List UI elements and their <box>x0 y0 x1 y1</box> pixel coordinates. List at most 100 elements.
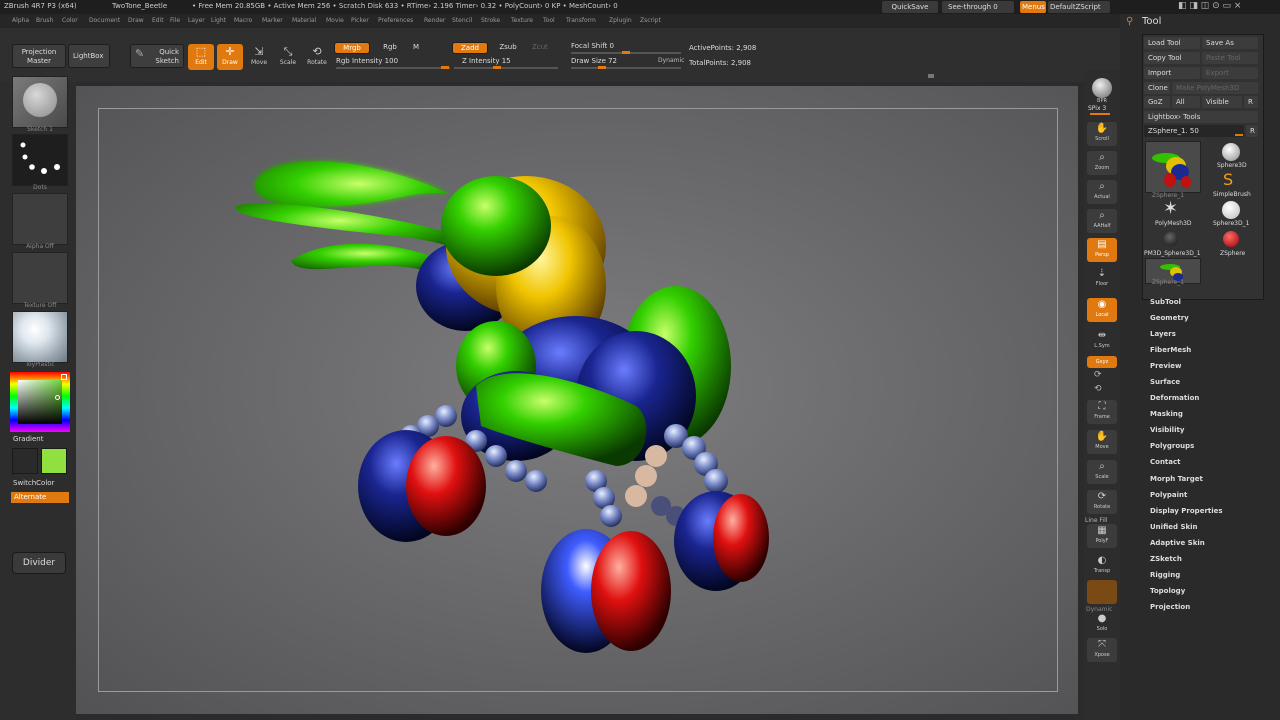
pm3d-thumb-icon[interactable] <box>1164 232 1178 246</box>
goz-all-button[interactable]: All <box>1172 96 1200 108</box>
subpalette-rigging[interactable]: Rigging <box>1150 571 1180 579</box>
export-button[interactable]: Export <box>1202 67 1258 79</box>
menu-marker[interactable]: Marker <box>262 17 283 24</box>
color-picker[interactable] <box>10 372 70 432</box>
copy-tool-button[interactable]: Copy Tool <box>1144 52 1200 64</box>
rgb-button[interactable]: Rgb <box>372 42 408 54</box>
make-polymesh-button[interactable]: Make PolyMesh3D <box>1172 82 1258 94</box>
scale-button[interactable]: ⤡ Scale <box>275 44 301 70</box>
local-button[interactable]: ◉ Local <box>1087 298 1117 322</box>
menu-brush[interactable]: Brush <box>36 17 53 24</box>
floor-button[interactable]: ⇣ Floor <box>1087 267 1117 291</box>
subpalette-surface[interactable]: Surface <box>1150 378 1180 386</box>
switchcolor-button[interactable]: SwitchColor <box>13 479 54 487</box>
menu-draw[interactable]: Draw <box>128 17 144 24</box>
subpalette-masking[interactable]: Masking <box>1150 410 1183 418</box>
persp-button[interactable]: ▤ Persp <box>1087 238 1117 262</box>
projection-master-button[interactable]: Projection Master <box>12 44 66 68</box>
menu-transform[interactable]: Transform <box>566 17 596 24</box>
load-tool-button[interactable]: Load Tool <box>1144 37 1200 49</box>
subpalette-polypaint[interactable]: Polypaint <box>1150 491 1187 499</box>
transp-button[interactable]: ◐ Transp <box>1087 554 1117 578</box>
actual-button[interactable]: ⌕ Actual <box>1087 180 1117 204</box>
m-button[interactable]: M <box>410 42 422 54</box>
lsym-button[interactable]: ⇹ L.Sym <box>1087 329 1117 353</box>
xyz-button[interactable]: Gxyz <box>1087 356 1117 368</box>
focal-shift-knob[interactable] <box>622 51 630 54</box>
zadd-button[interactable]: Zadd <box>452 42 488 54</box>
shelf-scroll-handle[interactable] <box>928 74 934 78</box>
menus-button[interactable]: Menus <box>1020 1 1046 13</box>
menu-zscript[interactable]: Zscript <box>640 17 661 24</box>
menu-alpha[interactable]: Alpha <box>12 17 29 24</box>
z-intensity-slider[interactable]: Z Intensity 15 <box>462 57 511 65</box>
sphere3d-thumb-icon[interactable] <box>1222 143 1240 161</box>
current-tool-knob[interactable] <box>1235 134 1243 136</box>
rgb-intensity-knob[interactable] <box>441 66 449 69</box>
alternate-button[interactable]: Alternate <box>11 492 69 503</box>
menu-movie[interactable]: Movie <box>326 17 344 24</box>
current-tool-slider[interactable]: ZSphere_1. 50 <box>1144 125 1244 137</box>
rotate-view-button[interactable]: ⟳ Rotate <box>1087 490 1117 514</box>
stroke-thumbnail[interactable] <box>12 76 68 128</box>
menu-tool[interactable]: Tool <box>543 17 555 24</box>
menu-stencil[interactable]: Stencil <box>452 17 472 24</box>
linefill-label[interactable]: Line Fill <box>1085 517 1107 524</box>
menu-zplugin[interactable]: Zplugin <box>609 17 632 24</box>
quicksave-button[interactable]: QuickSave <box>882 1 938 13</box>
zsphere-thumb-icon[interactable] <box>1223 231 1239 247</box>
draw-size-knob[interactable] <box>598 66 606 69</box>
tool-palette-title[interactable]: Tool <box>1142 16 1161 27</box>
menu-stroke[interactable]: Stroke <box>481 17 500 24</box>
rotation-free-icon[interactable]: ⟲ <box>1094 384 1102 394</box>
rotation-axis-icon[interactable]: ⟳ <box>1094 370 1102 380</box>
zsub-button[interactable]: Zsub <box>490 42 526 54</box>
save-as-button[interactable]: Save As <box>1202 37 1258 49</box>
goz-button[interactable]: GoZ <box>1144 96 1170 108</box>
subpalette-deformation[interactable]: Deformation <box>1150 394 1199 402</box>
goz-visible-button[interactable]: Visible <box>1202 96 1242 108</box>
z-intensity-knob[interactable] <box>493 66 501 69</box>
texture-thumbnail[interactable] <box>12 252 68 304</box>
quick-sketch-button[interactable]: ✎ Quick Sketch <box>130 44 184 68</box>
see-through-slider[interactable]: See-through 0 <box>942 1 1014 13</box>
xpose-button[interactable]: ⤧ Xpose <box>1087 638 1117 662</box>
z-intensity-track[interactable] <box>454 67 558 69</box>
aahalf-button[interactable]: ⌕ AAHalf <box>1087 209 1117 233</box>
paste-tool-button[interactable]: Paste Tool <box>1202 52 1258 64</box>
primary-color-swatch[interactable] <box>41 448 67 474</box>
spix-track[interactable] <box>1090 113 1110 115</box>
brush-thumbnail[interactable] <box>12 134 68 186</box>
menu-edit[interactable]: Edit <box>152 17 164 24</box>
lightbox-tools-button[interactable]: Lightbox› Tools <box>1144 111 1258 123</box>
secondary-color-swatch[interactable] <box>12 448 38 474</box>
mrgb-button[interactable]: Mrgb <box>334 42 370 54</box>
menu-macro[interactable]: Macro <box>234 17 252 24</box>
tool-thumb-current[interactable] <box>1145 141 1201 193</box>
scale-view-button[interactable]: ⌕ Scale <box>1087 460 1117 484</box>
rotate-button[interactable]: ⟲ Rotate <box>304 44 330 70</box>
alpha-thumbnail[interactable] <box>12 193 68 245</box>
goz-r-button[interactable]: R <box>1244 96 1258 108</box>
menu-layer[interactable]: Layer <box>188 17 205 24</box>
subpalette-polygroups[interactable]: Polygroups <box>1150 442 1194 450</box>
menu-document[interactable]: Document <box>89 17 120 24</box>
subpalette-geometry[interactable]: Geometry <box>1150 314 1189 322</box>
subpalette-contact[interactable]: Contact <box>1150 458 1181 466</box>
menu-material[interactable]: Material <box>292 17 316 24</box>
material-thumbnail[interactable] <box>12 311 68 363</box>
frame-button[interactable]: ⛶ Frame <box>1087 400 1117 424</box>
clone-button[interactable]: Clone <box>1144 82 1170 94</box>
rgb-intensity-slider[interactable]: Rgb Intensity 100 <box>336 57 398 65</box>
subpalette-zsketch[interactable]: ZSketch <box>1150 555 1182 563</box>
subpalette-subtool[interactable]: SubTool <box>1150 298 1181 306</box>
solo-button[interactable]: ● Solo <box>1087 612 1117 636</box>
menu-texture[interactable]: Texture <box>511 17 533 24</box>
subpalette-layers[interactable]: Layers <box>1150 330 1176 338</box>
polyf-button[interactable]: ▦ PolyF <box>1087 524 1117 548</box>
draw-size-track[interactable] <box>571 67 681 69</box>
subpalette-visibility[interactable]: Visibility <box>1150 426 1184 434</box>
scroll-button[interactable]: ✋ Scroll <box>1087 122 1117 146</box>
menu-light[interactable]: Light <box>211 17 226 24</box>
gradient-button[interactable]: Gradient <box>13 435 43 443</box>
